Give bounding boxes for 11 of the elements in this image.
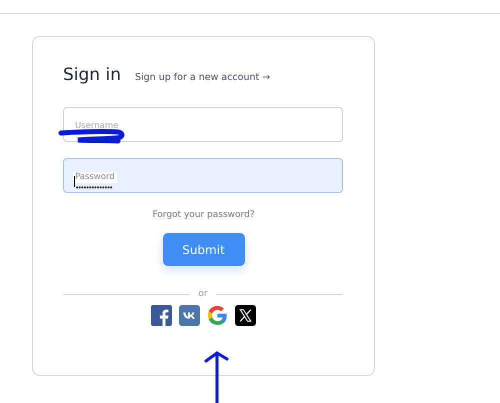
forgot-password-link[interactable]: Forgot your password? [33,210,374,220]
google-icon[interactable] [207,305,228,326]
separator-text: or [198,289,208,299]
submit-button[interactable]: Submit [162,233,244,266]
vk-icon[interactable] [179,305,200,326]
sign-up-link[interactable]: Sign up for a new account → [134,72,270,83]
sign-in-title: Sign in [63,65,121,85]
field-label: Username [74,121,120,132]
facebook-icon[interactable] [151,305,172,326]
x-icon[interactable] [235,305,256,326]
field-label: Password [73,172,117,183]
